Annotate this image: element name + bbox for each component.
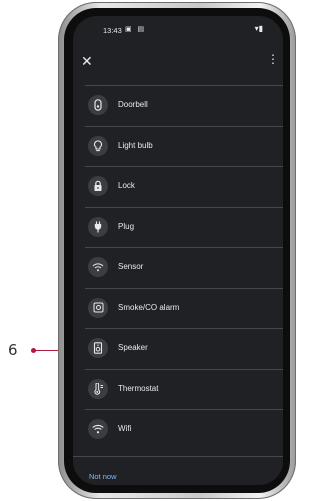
not-now-button[interactable]: Not now [89, 472, 117, 481]
speaker-icon [88, 338, 108, 358]
status-bar: 13:43 ▣ ▤ ▾▮ [73, 16, 283, 44]
lock-icon [88, 176, 108, 196]
list-item-label: Plug [118, 221, 135, 231]
list-item-label: Sensor [118, 262, 144, 271]
list-item-label: Speaker [118, 343, 148, 352]
list-item-wifi[interactable]: Wifi [85, 409, 283, 450]
list-item-lock[interactable]: Lock [85, 166, 283, 207]
list-item-speaker[interactable]: Speaker [85, 328, 283, 369]
close-icon[interactable]: ✕ [81, 54, 93, 68]
status-time: 13:43 [103, 26, 122, 35]
wifi-icon [88, 419, 108, 439]
list-item-smoke-co-alarm[interactable]: Smoke/CO alarm [85, 287, 283, 329]
list-item-label: Light bulb [118, 140, 153, 150]
doorbell-icon [88, 95, 108, 115]
list-item-label: Wifi [118, 424, 132, 433]
signal-battery-icon: ▾▮ [254, 24, 263, 33]
list-item-label: Smoke/CO alarm [118, 302, 180, 312]
callout-number: 6 [8, 341, 18, 359]
list-item-sensor[interactable]: Sensor [85, 247, 283, 288]
list-item-label: Doorbell [118, 100, 148, 109]
thermostat-icon [88, 378, 108, 399]
smoke-alarm-icon [88, 297, 108, 318]
light-bulb-icon [88, 135, 108, 156]
sensor-icon [88, 257, 108, 277]
device-type-list: Doorbell Light bulb Lock Plug Sensor Smo… [85, 85, 283, 450]
list-item-light-bulb[interactable]: Light bulb [85, 125, 283, 167]
list-item-label: Thermostat [118, 383, 159, 393]
list-item-thermostat[interactable]: Thermostat [85, 368, 283, 410]
plug-icon [88, 216, 108, 237]
notification-icons: ▣ ▤ [125, 26, 147, 33]
list-item-plug[interactable]: Plug [85, 206, 283, 248]
footer-bar: Not now [73, 456, 283, 485]
list-item-doorbell[interactable]: Doorbell [85, 85, 283, 126]
list-item-label: Lock [118, 181, 135, 190]
device-screen: 13:43 ▣ ▤ ▾▮ ✕ ⋮ Doorbell Light bulb Loc… [73, 16, 283, 485]
more-options-icon[interactable]: ⋮ [267, 52, 279, 66]
